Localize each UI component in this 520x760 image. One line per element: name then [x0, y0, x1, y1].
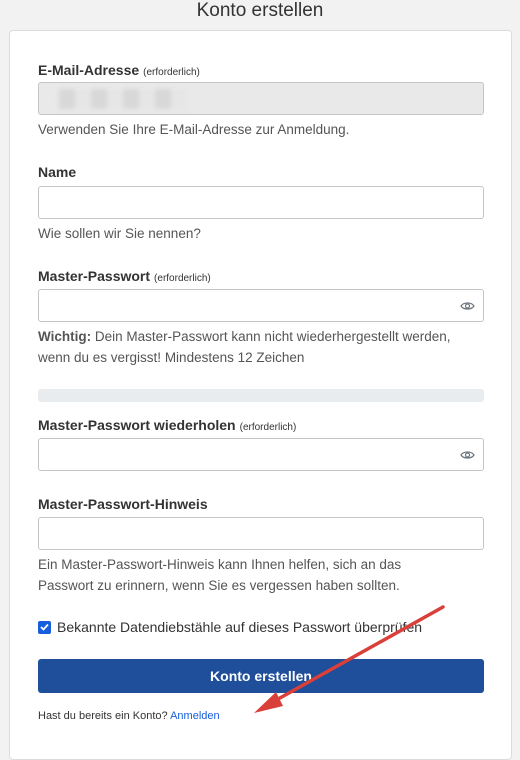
email-help: Verwenden Sie Ihre E-Mail-Adresse zur An…: [38, 122, 350, 137]
email-label: E-Mail-Adresse (erforderlich): [38, 61, 200, 82]
master-password-help-important: Wichtig:: [38, 329, 92, 344]
master-password-repeat-label: Master-Passwort wiederholen (erforderlich…: [38, 416, 296, 437]
hint-help: Ein Master-Passwort-Hinweis kann Ihnen h…: [38, 557, 402, 593]
master-password-help: Wichtig: Dein Master-Passwort kann nicht…: [38, 326, 458, 368]
eye-icon: [459, 301, 475, 310]
name-label: Name: [38, 164, 77, 180]
password-strength-bar: [38, 389, 484, 402]
master-password-label-text: Master-Passwort: [38, 268, 151, 284]
master-password-repeat-required-note: (erforderlich): [239, 422, 297, 433]
master-password-help-text: Dein Master-Passwort kann nicht wiederhe…: [38, 329, 451, 365]
breach-check-label: Bekannte Datendiebstähle auf dieses Pass…: [57, 619, 423, 635]
page-title: Konto erstellen: [196, 0, 324, 21]
master-password-input[interactable]: [38, 289, 452, 322]
name-help: Wie sollen wir Sie nennen?: [38, 226, 201, 241]
master-password-repeat-label-text: Master-Passwort wiederholen: [38, 417, 236, 433]
login-link[interactable]: Anmelden: [170, 710, 220, 722]
eye-icon: [459, 450, 475, 459]
name-input[interactable]: [38, 186, 484, 219]
email-input[interactable]: [38, 82, 484, 115]
checkmark-icon: [40, 623, 49, 631]
create-account-button[interactable]: Konto erstellen: [38, 659, 484, 693]
master-password-required-note: (erforderlich): [154, 273, 211, 284]
breach-check-row[interactable]: Bekannte Datendiebstähle auf dieses Pass…: [38, 619, 422, 635]
login-prompt: Hast du bereits ein Konto? Anmelden: [38, 710, 220, 722]
hint-input[interactable]: [38, 517, 484, 550]
master-password-visibility-toggle[interactable]: [451, 289, 484, 322]
master-password-label: Master-Passwort (erforderlich): [38, 267, 211, 288]
master-password-repeat-visibility-toggle[interactable]: [451, 438, 484, 471]
email-value-redacted: [59, 89, 187, 109]
master-password-repeat-input[interactable]: [38, 438, 452, 471]
login-prompt-text: Hast du bereits ein Konto?: [38, 710, 171, 722]
email-label-text: E-Mail-Adresse: [38, 62, 140, 78]
breach-check-checkbox[interactable]: [38, 620, 51, 634]
hint-label: Master-Passwort-Hinweis: [38, 496, 208, 512]
email-required-note: (erforderlich): [143, 67, 200, 78]
